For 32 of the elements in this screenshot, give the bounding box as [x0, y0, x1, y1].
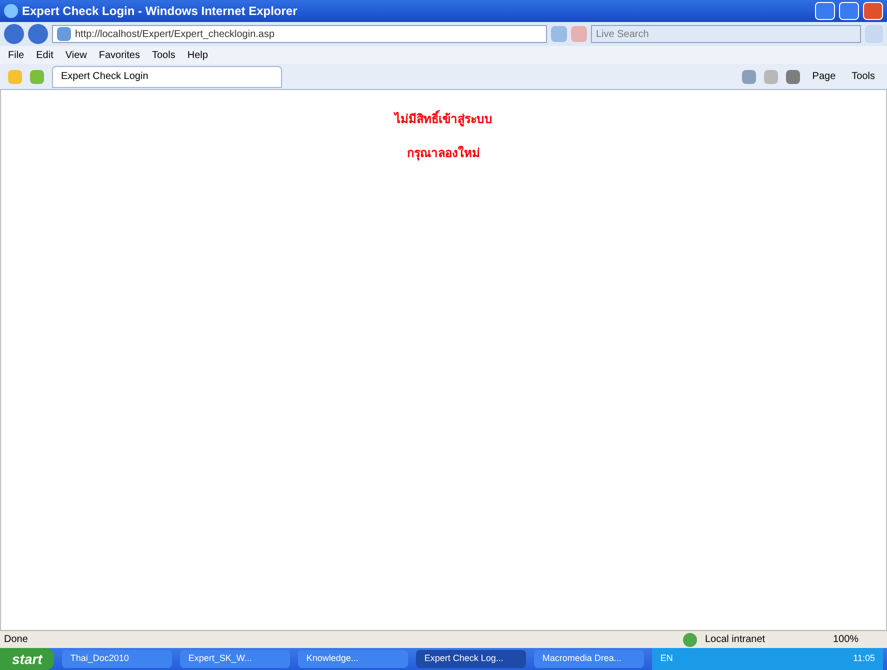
forward-button[interactable]	[28, 24, 48, 44]
menu-item[interactable]: Favorites	[98, 48, 140, 62]
menu-item[interactable]: Tools	[152, 48, 176, 62]
menu-item[interactable]: Edit	[36, 48, 54, 62]
minimize-button[interactable]	[815, 2, 835, 20]
toolbar-menu-button[interactable]: Page	[808, 69, 840, 84]
menu-item[interactable]: View	[65, 48, 87, 62]
search-field[interactable]: Live Search	[591, 25, 861, 43]
menu-item[interactable]: File	[8, 48, 24, 62]
zone-text: Local intranet	[705, 633, 766, 647]
window-title: Expert Check Login - Windows Internet Explorer	[22, 3, 298, 20]
tab[interactable]: Expert Check Login	[52, 66, 282, 88]
message-text: กรุณาลองใหม่	[407, 144, 480, 162]
toolbar-menu-button[interactable]: Tools	[848, 69, 879, 84]
refresh-button[interactable]	[551, 26, 567, 42]
taskbar-button[interactable]: Thai_Doc2010	[62, 650, 172, 668]
start-button[interactable]: start	[0, 648, 54, 670]
stop-button[interactable]	[571, 26, 587, 42]
taskbar-button[interactable]: Knowledge...	[298, 650, 408, 668]
maximize-button[interactable]	[839, 2, 859, 20]
status-text: Done	[4, 633, 28, 647]
taskbar-button[interactable]: Expert Check Log...	[416, 650, 526, 668]
url-text: http://localhost/Expert/Expert_checklogin.asp	[75, 28, 275, 42]
zoom-button[interactable]: 100%	[833, 632, 883, 647]
taskbar-button[interactable]: Expert_SK_W...	[180, 650, 290, 668]
back-button[interactable]	[4, 24, 24, 44]
close-button[interactable]	[863, 2, 883, 20]
taskbar-button[interactable]: Macromedia Drea...	[534, 650, 644, 668]
message-text: ไม่มีสิทธิ์เข้าสู่ระบบ	[394, 110, 492, 128]
clock-text: 11:05	[853, 652, 875, 666]
menu-item[interactable]: Help	[187, 48, 208, 62]
address-field[interactable]: http://localhost/Expert/Expert_checklogin.asp	[52, 25, 547, 43]
